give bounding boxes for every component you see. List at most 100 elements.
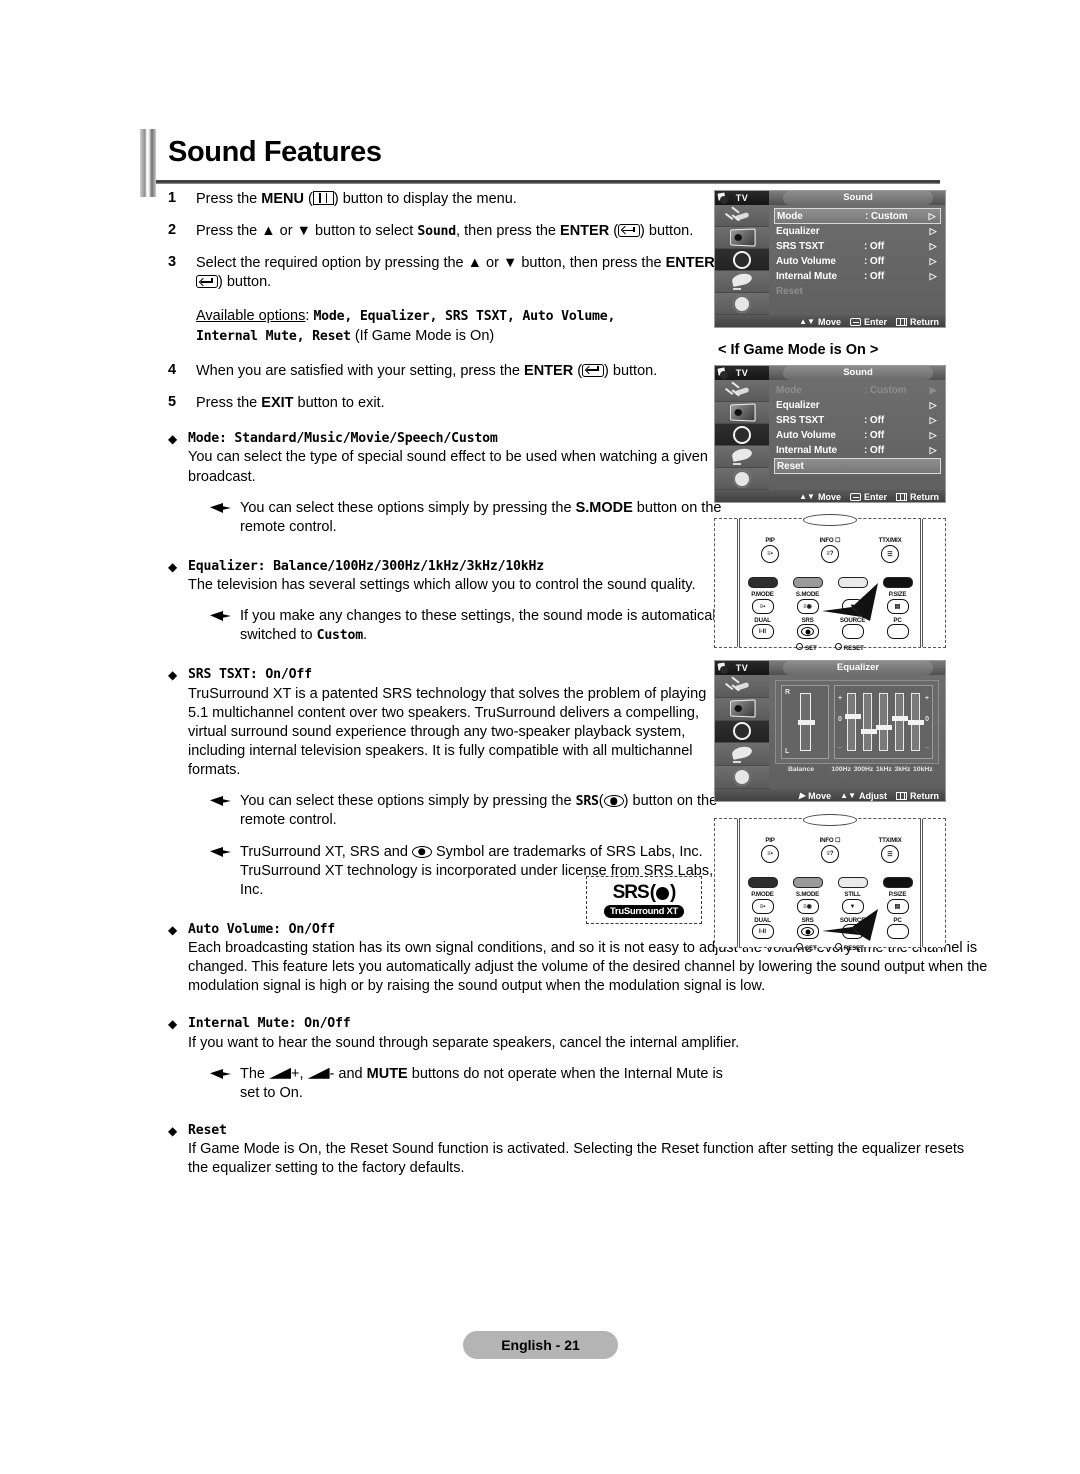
osd-category-input[interactable]	[715, 675, 769, 698]
remote-pill-4[interactable]	[882, 577, 913, 588]
info-icon[interactable]: ≡?	[821, 545, 839, 563]
ttx-mix-icon[interactable]: ☰	[881, 845, 899, 863]
p-mode-button[interactable]: ≡▪	[751, 899, 774, 914]
osd-row-internal-mute[interactable]: Internal Mute: Off ▷	[774, 443, 941, 458]
osd-category-rail[interactable]	[715, 205, 769, 315]
remote-key-pip[interactable]: PIP ≡▪	[750, 537, 790, 563]
balance-knob[interactable]	[797, 720, 815, 725]
note-pre: The	[240, 1065, 270, 1082]
osd-category-rail[interactable]	[715, 380, 769, 490]
osd-category-input[interactable]	[715, 205, 769, 227]
up-down-arrows-icon: ▲▼	[799, 491, 815, 501]
remote-pill-1[interactable]	[747, 577, 778, 588]
osd-footer-enter-label: Enter	[863, 491, 887, 502]
osd-category-sound[interactable]	[715, 424, 769, 446]
osd-row-equalizer[interactable]: Equalizer ▷	[774, 398, 941, 413]
step-number: 2	[168, 222, 177, 239]
pc-button[interactable]	[886, 924, 909, 939]
osd-category-input[interactable]	[715, 380, 769, 402]
remote-key-label: INFO ☐	[819, 837, 841, 844]
osd-row-label: Mode	[777, 210, 803, 222]
osd-row-auto-volume[interactable]: Auto Volume: Off ▷	[774, 428, 941, 443]
remote-pill-2[interactable]	[792, 877, 823, 888]
antenna-icon	[729, 382, 755, 399]
osd-category-channel[interactable]	[715, 743, 769, 767]
minus-label-left: _	[838, 742, 842, 749]
osd-category-sound[interactable]	[715, 249, 769, 271]
osd-category-picture[interactable]	[715, 697, 769, 721]
osd-category-setup[interactable]	[715, 468, 769, 490]
set-button[interactable]: SET	[796, 943, 817, 952]
dual-button[interactable]: I-II	[751, 924, 774, 939]
pip-icon[interactable]: ≡▪	[761, 845, 779, 863]
eq-band-300hz[interactable]	[860, 693, 877, 751]
remote-top-row: PIP ≡▪ INFO ☐ ≡? TTX/MIX ☰	[740, 537, 920, 563]
osd-row-srs-tsxt[interactable]: SRS TSXT: Off ▷	[774, 413, 941, 428]
remote-pill-3[interactable]	[837, 877, 868, 888]
p-size-button[interactable]: ▤	[886, 599, 909, 614]
eq-knob[interactable]	[844, 714, 861, 719]
note-pre: TruSurround XT, SRS and	[240, 843, 412, 860]
plus-label-left: +	[838, 695, 843, 702]
eq-knob[interactable]	[908, 720, 925, 725]
remote-key-info[interactable]: INFO ☐ ≡?	[810, 837, 850, 863]
osd-footer-adjust: ▲▼ Adjust	[840, 791, 887, 801]
osd-row-value: : Off	[864, 415, 885, 426]
osd-row-srs-tsxt[interactable]: SRS TSXT: Off ▷	[774, 239, 941, 254]
reset-label: RESET	[843, 946, 864, 952]
osd-category-picture[interactable]	[715, 402, 769, 424]
eq-knob[interactable]	[860, 729, 877, 734]
remote-key-ttxmix[interactable]: TTX/MIX ☰	[870, 837, 910, 863]
pc-button[interactable]	[886, 624, 909, 639]
p-size-button[interactable]: ▤	[886, 899, 909, 914]
osd-footer: ▲▼ Move Enter Return	[715, 490, 945, 502]
pip-icon[interactable]: ≡▪	[761, 545, 779, 563]
balance-track[interactable]	[797, 693, 815, 751]
band-label-1khz: 1kHz	[875, 766, 892, 773]
osd-row-internal-mute[interactable]: Internal Mute: Off ▷	[774, 269, 941, 284]
remote-pill-1[interactable]	[747, 877, 778, 888]
available-options-list-2: Internal Mute, Reset	[196, 329, 351, 345]
remote-key-pip[interactable]: PIP ≡▪	[750, 837, 790, 863]
osd-category-setup[interactable]	[715, 766, 769, 789]
remote-pill-4[interactable]	[882, 877, 913, 888]
source-button[interactable]	[841, 624, 864, 639]
info-icon[interactable]: ≡?	[821, 845, 839, 863]
osd-row-mode[interactable]: Mode: Custom ▷	[774, 208, 941, 224]
antenna-icon	[729, 207, 755, 224]
dual-button[interactable]: I-II	[751, 624, 774, 639]
sound-icon	[733, 250, 751, 269]
page-footer: English - 21	[463, 1331, 618, 1359]
enter-icon	[618, 224, 641, 238]
bullet-paragraph: TruSurround XT is a patented SRS technol…	[188, 685, 707, 779]
remote-key-info[interactable]: INFO ☐ ≡?	[810, 537, 850, 563]
up-down-arrows-icon: ▲▼	[840, 790, 856, 800]
eq-band-3khz[interactable]	[892, 693, 909, 751]
osd-row-reset[interactable]: Reset	[774, 458, 941, 474]
bullet-srs-tsxt: ◆ SRS TSXT: On/Off TruSurround XT is a pa…	[168, 667, 728, 899]
eq-knob[interactable]	[876, 725, 893, 730]
osd-category-rail[interactable]	[715, 675, 769, 789]
remote-key-ttxmix[interactable]: TTX/MIX ☰	[870, 537, 910, 563]
eq-knob[interactable]	[892, 716, 909, 721]
reset-button[interactable]: RESET	[834, 643, 864, 652]
note-arrow-icon	[210, 501, 240, 539]
band-label-10khz: 10kHz	[913, 766, 933, 773]
osd-category-channel[interactable]	[715, 271, 769, 293]
osd-row-auto-volume[interactable]: Auto Volume: Off ▷	[774, 254, 941, 269]
osd-category-picture[interactable]	[715, 227, 769, 249]
p-mode-button[interactable]: ≡▪	[751, 599, 774, 614]
eq-band-100hz[interactable]	[844, 693, 861, 751]
satellite-dish-icon	[729, 448, 755, 465]
ttx-mix-icon[interactable]: ☰	[881, 545, 899, 563]
balance-slider[interactable]: R L	[781, 685, 829, 759]
osd-category-setup[interactable]	[715, 293, 769, 315]
osd-category-channel[interactable]	[715, 446, 769, 468]
remote-key-label-text: INFO	[819, 537, 834, 544]
srs-button[interactable]	[796, 624, 819, 639]
osd-category-sound[interactable]	[715, 720, 769, 744]
set-button[interactable]: SET	[796, 643, 817, 652]
eq-band-1khz[interactable]	[876, 693, 893, 751]
eq-band-10khz[interactable]	[908, 693, 925, 751]
osd-row-equalizer[interactable]: Equalizer ▷	[774, 224, 941, 239]
